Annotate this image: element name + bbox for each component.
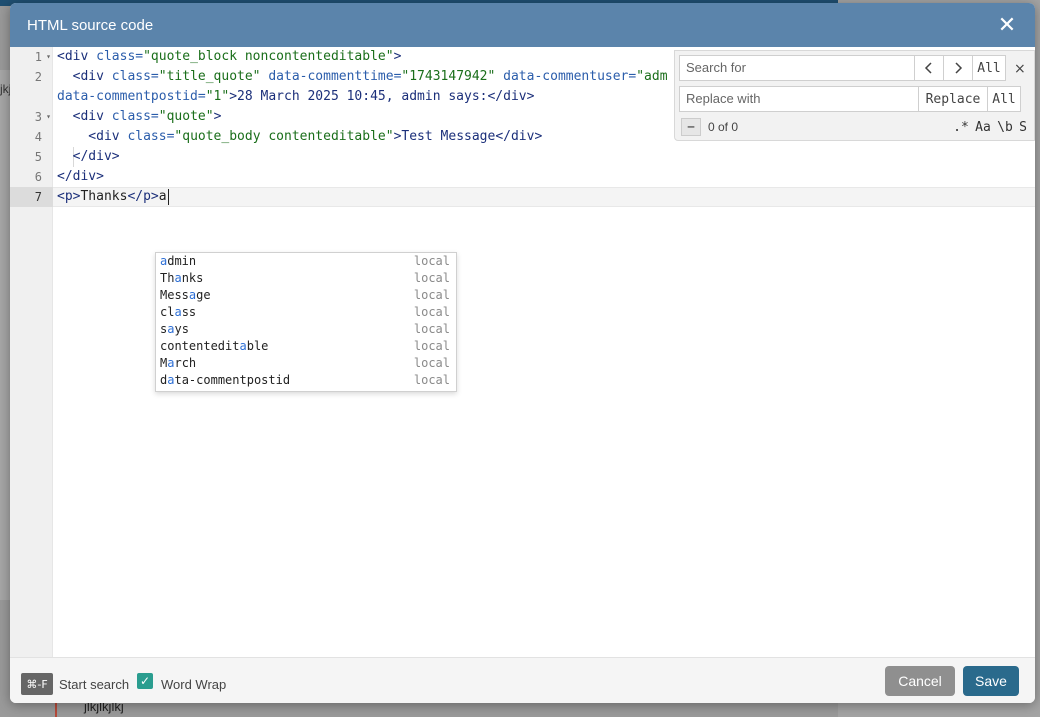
close-icon[interactable]: ✕	[995, 13, 1019, 38]
source-code-dialog: HTML source code ✕ 1 ▾ 2 3 ▾ 4 5 6 7 <div class=…	[10, 3, 1035, 703]
code-line-2-wrap: data-commentpostid="1">28 March 2025 10:…	[57, 89, 535, 104]
dialog-title: HTML source code	[27, 16, 154, 34]
code-line-2: <div class="title_quote" data-commenttim…	[57, 69, 668, 84]
line-number-gutter: 1 ▾ 2 3 ▾ 4 5 6 7	[10, 47, 53, 657]
autocomplete-item[interactable]: class local	[156, 304, 456, 321]
whole-word-toggle[interactable]: \b	[995, 118, 1015, 136]
line-number: 2	[34, 70, 42, 84]
search-in-selection-toggle[interactable]: S	[1015, 118, 1031, 136]
line-number: 3 ▾	[10, 107, 53, 127]
replace-input[interactable]: Replace with	[679, 86, 919, 112]
chevron-left-icon[interactable]	[914, 55, 944, 81]
chevron-right-icon[interactable]	[943, 55, 973, 81]
code-line-1: <div class="quote_block noncontenteditab…	[57, 49, 402, 64]
code-line-3: <div class="quote">	[57, 109, 222, 124]
fold-toggle-icon[interactable]: ▾	[46, 47, 51, 67]
word-wrap-label[interactable]: Word Wrap	[161, 677, 226, 692]
start-search-label: Start search	[59, 677, 130, 692]
search-input[interactable]: Search for	[679, 55, 915, 81]
toggle-replace-button[interactable]: −	[681, 118, 701, 136]
line-number: 5	[34, 150, 42, 164]
match-counter: 0 of 0	[708, 120, 739, 134]
save-button[interactable]: Save	[963, 666, 1019, 696]
search-replace-panel: Search for All × Replace with Replace Al…	[674, 50, 1035, 141]
autocomplete-item[interactable]: March local	[156, 355, 456, 372]
autocomplete-item[interactable]: says local	[156, 321, 456, 338]
line-number: 1 ▾	[10, 47, 53, 67]
autocomplete-item[interactable]: Thanks local	[156, 270, 456, 287]
autocomplete-item[interactable]: contenteditable local	[156, 338, 456, 355]
case-sensitive-toggle[interactable]: Aa	[972, 118, 994, 136]
autocomplete-item[interactable]: data-commentpostid local	[156, 372, 456, 389]
text-cursor	[168, 189, 169, 205]
search-close-button[interactable]: ×	[1014, 61, 1026, 77]
line-number: 7	[10, 187, 53, 207]
line-number	[10, 87, 53, 107]
code-line-4: <div class="quote_body contenteditable">…	[57, 129, 543, 144]
line-number: 4	[34, 130, 42, 144]
autocomplete-item[interactable]: admin local	[156, 253, 456, 270]
code-line-6: </div>	[57, 169, 104, 184]
line-number: 6	[34, 170, 42, 184]
code-line-5: </div>	[57, 149, 120, 164]
word-wrap-checkbox[interactable]: ✓	[137, 673, 153, 689]
dialog-header: HTML source code ✕	[10, 3, 1035, 47]
regex-toggle[interactable]: .*	[951, 118, 971, 136]
replace-button[interactable]: Replace	[918, 86, 988, 112]
autocomplete-popup[interactable]: admin local Thanks local Message local class lo…	[155, 252, 457, 392]
fold-toggle-icon[interactable]: ▾	[46, 107, 51, 127]
find-all-button[interactable]: All	[972, 55, 1006, 81]
autocomplete-item[interactable]: Message local	[156, 287, 456, 304]
code-line-7: <p>Thanks</p>a	[57, 189, 167, 204]
replace-all-button[interactable]: All	[987, 86, 1021, 112]
cancel-button[interactable]: Cancel	[885, 666, 955, 696]
keyboard-shortcut-badge: ⌘-F	[21, 673, 53, 695]
active-line-highlight	[53, 187, 1035, 207]
dialog-footer: ⌘-F Start search ✓ Word Wrap Cancel Save	[10, 657, 1035, 703]
